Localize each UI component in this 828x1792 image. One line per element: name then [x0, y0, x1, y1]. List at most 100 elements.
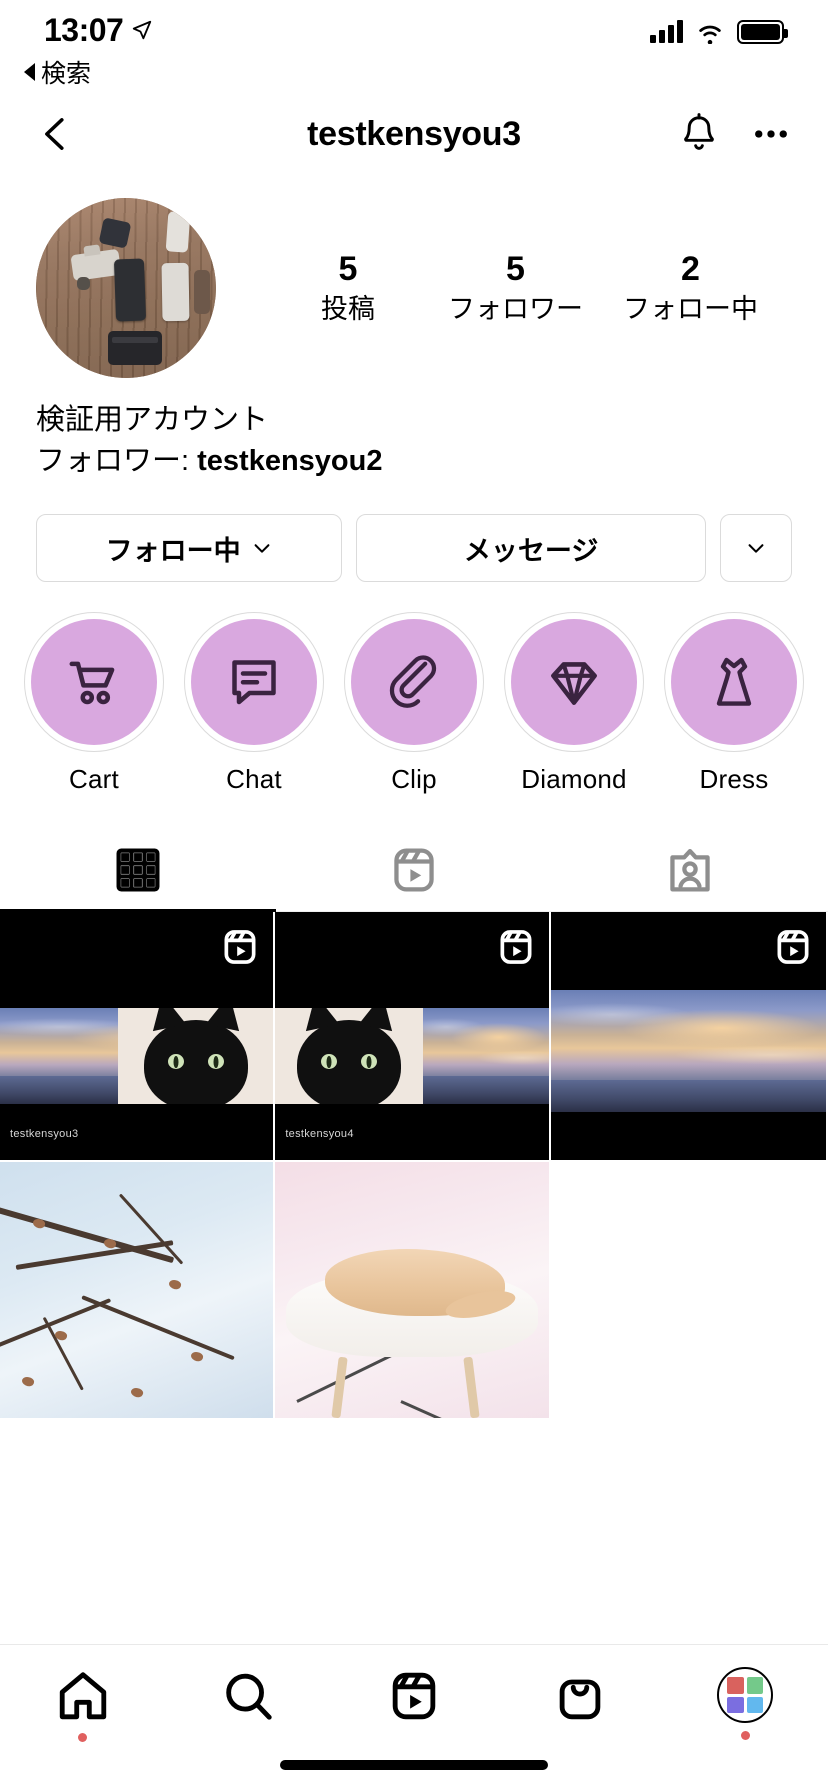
highlight-label: Diamond	[521, 764, 627, 795]
chevron-down-icon	[254, 544, 270, 554]
profile-action-buttons: フォロー中 メッセージ	[0, 482, 828, 583]
post-cat-art	[275, 1008, 424, 1105]
nav-reels[interactable]	[331, 1667, 497, 1725]
grid-post-5[interactable]	[275, 1162, 551, 1421]
search-icon	[226, 1673, 273, 1720]
avatar-object-phone-top	[166, 211, 191, 254]
message-button-label: メッセージ	[463, 535, 599, 566]
back-chevron-icon[interactable]	[36, 114, 76, 154]
cat-eye-right	[207, 1054, 224, 1070]
nav-profile[interactable]	[662, 1667, 828, 1740]
more-actions-button[interactable]	[720, 514, 792, 583]
leaf	[20, 1375, 36, 1389]
post-sea-art	[417, 1076, 549, 1105]
profile-header: 5 投稿 5 フォロワー 2 フォロー中	[0, 180, 828, 378]
chair-leg	[462, 1356, 480, 1419]
stat-posts[interactable]: 5 投稿	[288, 250, 408, 325]
grid-icon	[116, 848, 160, 892]
grid-post-1[interactable]: testkensyou3	[0, 912, 276, 1163]
back-to-app-link[interactable]: 検索	[24, 54, 153, 90]
wifi-icon	[699, 25, 721, 44]
following-button[interactable]: フォロー中	[36, 514, 343, 583]
stat-following[interactable]: 2 フォロー中	[623, 250, 758, 325]
highlight-chat[interactable]: Chat	[178, 612, 330, 795]
avatar-object-lens	[77, 277, 91, 291]
chat-bubble-icon	[232, 660, 276, 705]
highlight-clip[interactable]: Clip	[338, 612, 490, 795]
branch	[42, 1316, 84, 1391]
highlight-cover	[31, 619, 157, 746]
highlight-dress[interactable]: Dress	[658, 612, 810, 795]
notification-bell-icon[interactable]	[678, 112, 720, 156]
highlight-cover	[191, 619, 317, 746]
grid-post-4[interactable]	[0, 1162, 276, 1421]
tab-tagged[interactable]	[552, 829, 828, 911]
stat-followers[interactable]: 5 フォロワー	[448, 250, 583, 325]
cat-eye-right	[361, 1054, 378, 1070]
notification-dot	[740, 1731, 750, 1740]
cat-ear-right	[205, 1008, 246, 1032]
stat-following-value: 2	[681, 250, 700, 289]
back-triangle-icon	[24, 63, 35, 81]
leaf	[189, 1349, 205, 1363]
nav-search[interactable]	[166, 1667, 332, 1725]
chevron-down-icon	[748, 544, 764, 554]
bio-follower-line: フォロワー: testkensyou2	[36, 441, 792, 482]
tab-reels[interactable]	[276, 829, 552, 911]
reel-icon	[500, 930, 532, 965]
bio-follower-username[interactable]: testkensyou2	[197, 445, 382, 477]
back-app-label: 検索	[41, 60, 92, 88]
highlight-ring	[664, 612, 804, 753]
grid-post-3[interactable]	[550, 912, 826, 1163]
reel-icon	[777, 930, 809, 965]
stat-following-label: フォロー中	[623, 293, 758, 324]
status-bar: 13:07 検索	[0, 0, 828, 88]
avatar-object-wallet	[108, 331, 162, 366]
avatar-object-phone-light	[161, 262, 190, 322]
cat-eye-left	[167, 1054, 184, 1070]
notification-dot	[78, 1733, 88, 1742]
location-arrow-icon	[133, 20, 152, 40]
more-options-icon[interactable]	[750, 113, 792, 155]
highlight-cart[interactable]: Cart	[18, 612, 170, 795]
reels-icon	[394, 848, 434, 892]
status-bar-left: 13:07 検索	[24, 14, 153, 90]
grid-post-2[interactable]: testkensyou4	[275, 912, 551, 1163]
highlight-ring	[184, 612, 324, 753]
cat-ear-left	[299, 1008, 340, 1032]
home-indicator[interactable]	[280, 1760, 548, 1770]
nav-home[interactable]	[0, 1667, 166, 1742]
highlight-ring	[24, 612, 164, 753]
profile-avatar-icon	[717, 1667, 774, 1723]
bio-follower-prefix: フォロワー:	[36, 445, 198, 478]
reels-icon	[392, 1672, 436, 1720]
following-button-label: フォロー中	[105, 535, 241, 566]
highlight-ring	[504, 612, 644, 753]
chair-wire	[400, 1400, 517, 1419]
post-cat-chair-art	[275, 1162, 549, 1419]
cat-ear-left	[145, 1008, 186, 1032]
avatar-object-phone-dark	[113, 258, 146, 322]
shopping-bag-icon	[559, 1679, 600, 1720]
diamond-icon	[551, 662, 597, 706]
highlight-label: Cart	[69, 764, 119, 795]
branch	[81, 1295, 235, 1361]
message-button[interactable]: メッセージ	[356, 514, 706, 583]
post-grid: testkensyou3 testkensyou4	[0, 912, 828, 1421]
highlight-diamond[interactable]: Diamond	[498, 612, 650, 795]
nav-shop[interactable]	[497, 1667, 663, 1725]
paperclip-icon	[389, 655, 437, 709]
reel-icon	[224, 930, 256, 965]
post-sea-art	[550, 1080, 826, 1113]
profile-nav-header: testkensyou3	[0, 88, 828, 180]
post-branches-art	[0, 1162, 274, 1419]
highlight-cover	[351, 619, 477, 746]
profile-avatar[interactable]	[36, 198, 216, 378]
profile-stats: 5 投稿 5 フォロワー 2 フォロー中	[216, 250, 792, 325]
status-time-row: 13:07	[44, 14, 153, 46]
home-icon	[59, 1672, 106, 1720]
stat-followers-label: フォロワー	[448, 293, 583, 324]
tab-grid[interactable]	[0, 829, 276, 913]
status-bar-right	[650, 14, 788, 44]
status-time: 13:07	[44, 12, 124, 48]
